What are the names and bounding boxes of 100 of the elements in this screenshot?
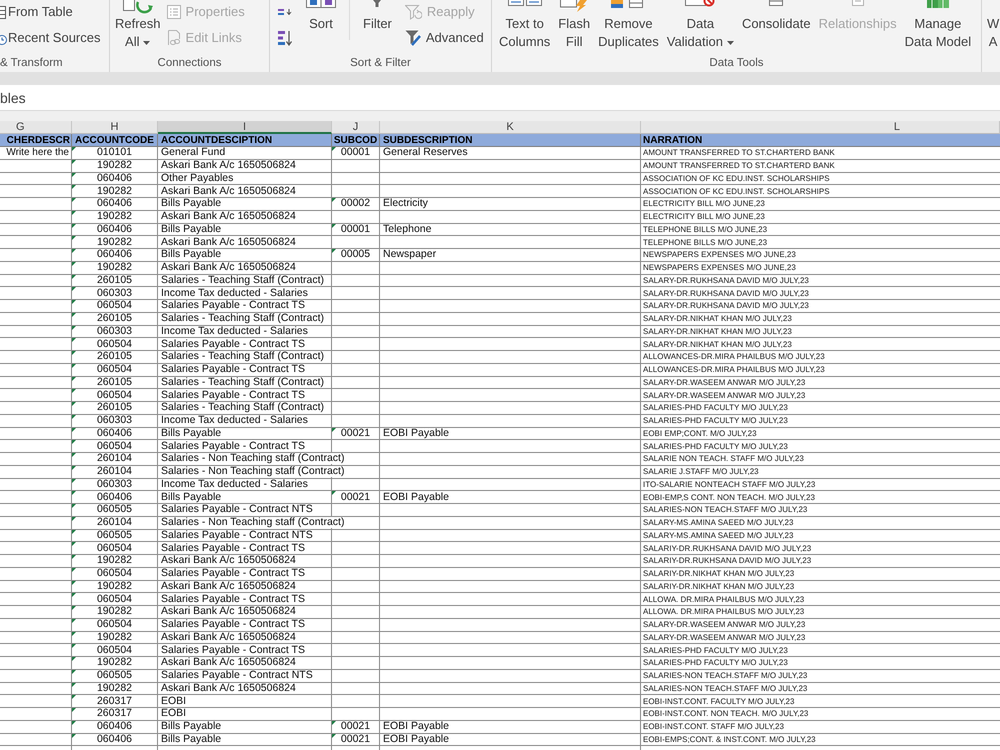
column-header[interactable]: J: [332, 121, 380, 134]
ribbon-button[interactable]: W A: [987, 0, 1000, 51]
account-description: Askari Bank A/c 1650506824: [158, 606, 297, 618]
account-code: 060504: [96, 644, 132, 656]
account-code: 060406: [96, 224, 132, 235]
ribbon-button[interactable]: From Table: [0, 0, 100, 24]
narration-text: NEWSPAPERS EXPENSES M/O JUNE,23: [643, 249, 796, 260]
narration-text: EOBI-EMP,S CONT. NON TEACH. M/O JULY,23: [643, 492, 815, 503]
account-code: 260105: [96, 402, 132, 414]
narration-text: ALLOWA. DR.MIRA PHAILBUS M/O JULY,23: [643, 606, 804, 618]
group-label: Connections: [158, 56, 222, 70]
narration-text: SALARIES-PHD FACULTY M/O JULY,23: [643, 402, 788, 414]
account-code: 190282: [96, 262, 132, 274]
account-code: 190282: [96, 555, 132, 566]
narration-text: SALARIES-PHD FACULTY M/O JULY,23: [643, 644, 788, 656]
ribbon-button[interactable]: Flash Fill: [555, 0, 594, 51]
narration-text: SALARIY-DR.NIKHAT KHAN M/O JULY,23: [643, 568, 794, 580]
column-header[interactable]: K: [380, 121, 641, 134]
account-code: 190282: [96, 186, 132, 197]
column-header[interactable]: G: [0, 121, 72, 134]
narration-text: TELEPHONE BILLS M/O JUNE,23: [643, 224, 768, 235]
narration-text: SALARY-DR.WASEEM ANWAR M/O JULY,23: [643, 376, 806, 388]
narration-text: SALARY-DR.WASEEM ANWAR M/O JULY,23: [643, 390, 806, 401]
ribbon-button[interactable]: Recent Sources: [0, 26, 100, 50]
narration-text: EOBI-INST.CONT. STAFF M/O JULY,23: [643, 721, 784, 732]
account-code: 260104: [96, 517, 132, 528]
narration-text: ELECTRICITY BILL M/O JUNE,23: [643, 211, 765, 222]
account-code: 060303: [96, 478, 132, 490]
column-heading: SUBDESCRIPTION: [380, 134, 641, 147]
narration-text: EOBI-INST.CONT. NON TEACH. M/O JULY,23: [643, 708, 808, 720]
account-code: 060504: [96, 440, 132, 452]
account-description: Askari Bank A/c 1650506824: [158, 657, 297, 668]
account-code: 190282: [96, 632, 132, 643]
caret-icon: [143, 40, 150, 45]
ribbon-button[interactable]: Consolidate: [738, 0, 814, 51]
account-code: 060504: [96, 338, 132, 350]
account-code: 060406: [96, 492, 132, 503]
account-code: 260317: [96, 696, 132, 707]
funnel-icon: [404, 4, 422, 20]
account-code: 190282: [96, 682, 132, 694]
account-code: 190282: [96, 657, 132, 668]
ribbon-button[interactable]: Refresh All: [112, 0, 164, 51]
column-heading: SUBCOD: [332, 134, 380, 147]
sub-description: Electricity: [383, 198, 428, 210]
sub-code: 00021: [340, 721, 370, 732]
account-code: 060406: [96, 198, 132, 210]
cell-text: Write here the: [6, 147, 69, 158]
narration-text: SALARY-MS.AMINA SAEED M/O JULY,23: [643, 517, 794, 528]
account-description: Askari Bank A/c 1650506824: [158, 580, 297, 592]
ribbon-button[interactable]: Manage Data Model: [902, 0, 974, 51]
account-description: Askari Bank A/c 1650506824: [158, 186, 297, 197]
narration-text: SALARIES-PHD FACULTY M/O JULY,23: [643, 657, 788, 668]
account-code: 060303: [96, 288, 132, 299]
account-code: 190282: [96, 160, 132, 172]
ribbon-button[interactable]: Advanced: [404, 26, 484, 50]
account-code: 060303: [96, 326, 132, 337]
narration-text: SALARY-DR.RUKHSANA DAVID M/O JULY,23: [643, 274, 809, 286]
column-header[interactable]: H: [72, 121, 158, 134]
narration-text: SALARIY-DR.NIKHAT KHAN M/O JULY,23: [643, 580, 794, 592]
narration-text: SALARY-DR.NIKHAT KHAN M/O JULY,23: [643, 326, 792, 337]
account-description: Askari Bank A/c 1650506824: [158, 632, 297, 643]
narration-text: SALARIY-DR.RUKHSANA DAVID M/O JULY,23: [643, 555, 812, 566]
narration-text: ELECTRICITY BILL M/O JUNE,23: [643, 198, 765, 210]
account-code: 060406: [96, 172, 132, 184]
account-description: Askari Bank A/c 1650506824: [158, 236, 297, 248]
narration-text: ALLOWA. DR.MIRA PHAILBUS M/O JULY,23: [643, 594, 804, 605]
account-code: 060504: [96, 594, 132, 605]
column-heading: ACCOUNTDESCIPTION: [158, 134, 332, 147]
narration-text: ITO-SALARIE NONTEACH STAFF M/O JULY,23: [643, 478, 816, 490]
ribbon-button[interactable]: Filter: [360, 0, 395, 51]
narration-text: SALARY-DR.WASEEM ANWAR M/O JULY,23: [643, 619, 806, 630]
account-code: 060505: [96, 504, 132, 516]
narration-text: SALARY-MS.AMINA SAEED M/O JULY,23: [643, 530, 794, 541]
account-code: 060504: [96, 364, 132, 376]
narration-text: SALARY-DR.NIKHAT KHAN M/O JULY,23: [643, 313, 792, 324]
sub-code: 00001: [340, 224, 370, 235]
group-label: & Transform: [0, 56, 63, 70]
funnel-icon: [404, 30, 421, 46]
narration-text: ASSOCIATION OF KC EDU.INST. SCHOLARSHIPS: [643, 172, 830, 184]
narration-text: SALARY-DR.RUKHSANA DAVID M/O JULY,23: [643, 288, 809, 299]
sub-description: Newspaper: [383, 249, 436, 260]
narration-text: SALARIES-NON TEACH.STAFF M/O JULY,23: [643, 670, 808, 682]
sub-code: 00005: [340, 249, 370, 260]
ribbon-button[interactable]: Sort: [303, 0, 339, 51]
narration-text: SALARIES-PHD FACULTY M/O JULY,23: [643, 440, 788, 452]
column-header[interactable]: L: [641, 121, 1000, 134]
account-code: 060504: [96, 390, 132, 401]
sub-description: EOBI Payable: [383, 721, 449, 732]
group-label: Data Tools: [709, 56, 764, 70]
ribbon-button[interactable]: Text to Columns: [496, 0, 554, 51]
narration-text: SALARIY-DR.RUKHSANA DAVID M/O JULY,23: [643, 542, 812, 554]
account-code: 260105: [96, 274, 132, 286]
narration-text: SALARIE NON TEACH. STAFF M/O JULY,23: [643, 453, 804, 464]
pane-title: bles: [0, 90, 26, 106]
column-header[interactable]: I: [158, 121, 332, 134]
account-code: 190282: [96, 236, 132, 248]
sub-code: 00021: [340, 734, 370, 745]
narration-text: SALARIES-NON TEACH.STAFF M/O JULY,23: [643, 682, 808, 694]
ribbon-button[interactable]: Remove Duplicates: [595, 0, 662, 51]
ribbon-button[interactable]: Data Validation: [664, 0, 737, 51]
